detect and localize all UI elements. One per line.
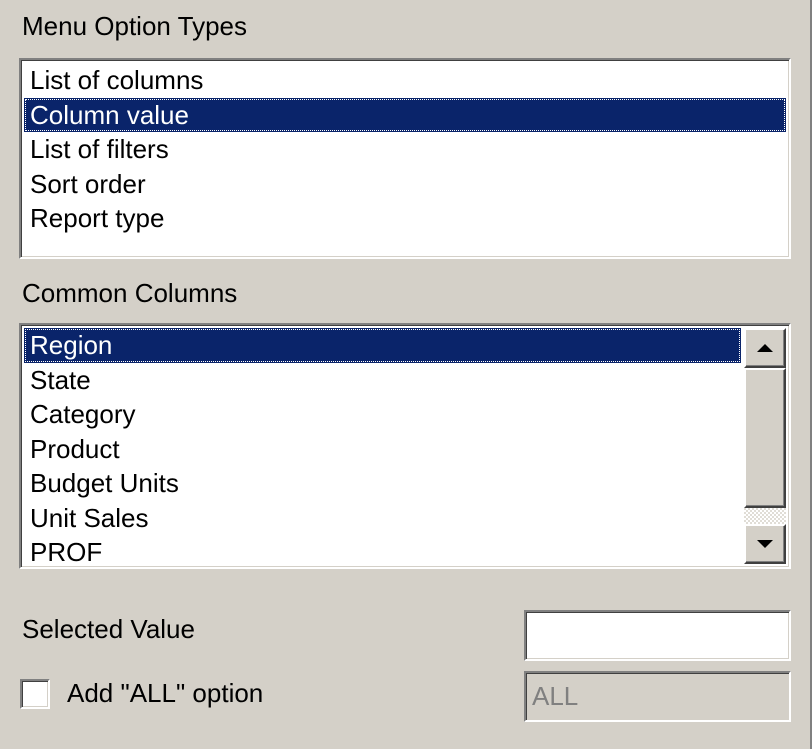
arrow-up-icon [757, 344, 773, 352]
scroll-thumb[interactable] [744, 368, 786, 508]
common-columns-scrollbar[interactable] [744, 328, 786, 564]
menu-option-type-item[interactable]: Report type [24, 201, 786, 236]
common-columns-label: Common Columns [22, 278, 238, 308]
add-all-checkbox[interactable] [20, 679, 50, 709]
scroll-up-button[interactable] [744, 328, 786, 368]
common-column-item[interactable]: Unit Sales [24, 501, 741, 536]
common-column-item[interactable]: Budget Units [24, 466, 741, 501]
menu-option-types-list: List of columns Column value List of filte… [24, 63, 786, 254]
common-column-item[interactable]: Region [24, 328, 741, 363]
arrow-down-icon [757, 540, 773, 548]
common-columns-list: Region State Category Product Budget Units Un… [24, 328, 741, 564]
menu-option-type-item[interactable]: List of columns [24, 63, 786, 98]
common-column-item[interactable]: PROF [24, 535, 741, 564]
add-all-option-label: Add "ALL" option [67, 678, 264, 708]
menu-option-type-item[interactable]: List of filters [24, 132, 786, 167]
menu-option-type-item[interactable]: Sort order [24, 167, 786, 202]
common-column-item[interactable]: Product [24, 432, 741, 467]
all-value-input [524, 671, 791, 722]
menu-option-types-listbox[interactable]: List of columns Column value List of filte… [19, 58, 791, 259]
menu-options-panel: Menu Option Types List of columns Column … [0, 0, 812, 749]
selected-value-input[interactable] [524, 610, 791, 661]
menu-option-type-item[interactable]: Column value [24, 97, 786, 132]
menu-option-types-label: Menu Option Types [22, 11, 247, 41]
selected-value-label: Selected Value [22, 614, 195, 644]
common-column-item[interactable]: Category [24, 397, 741, 432]
common-column-item[interactable]: State [24, 363, 741, 398]
scroll-down-button[interactable] [744, 524, 786, 564]
common-columns-listbox[interactable]: Region State Category Product Budget Units Un… [19, 323, 791, 569]
